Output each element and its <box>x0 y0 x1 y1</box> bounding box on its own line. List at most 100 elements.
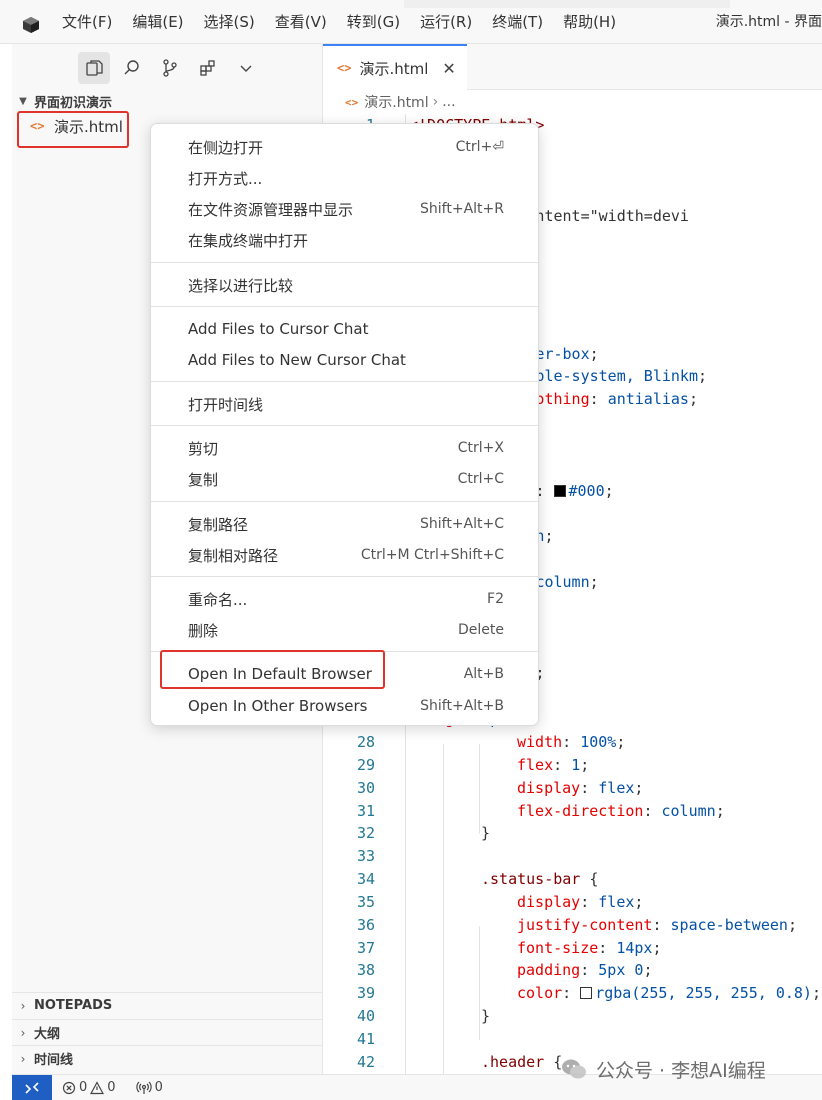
search-icon[interactable] <box>116 52 148 84</box>
code-text: flex-direction: column; <box>517 801 725 820</box>
menu-item-label: 选择以进行比较 <box>188 276 294 295</box>
section-outline[interactable]: › 大纲 <box>12 1019 323 1045</box>
menu-item-label: Add Files to New Cursor Chat <box>188 351 406 369</box>
section-notepads[interactable]: › NOTEPADS <box>12 992 323 1018</box>
menu-item-shortcut: Ctrl+M Ctrl+Shift+C <box>360 547 504 563</box>
menu-item-label: 重命名... <box>188 590 248 609</box>
menu-item-label: 复制相对路径 <box>188 546 279 565</box>
menu-copy-relative-path[interactable]: 复制相对路径 Ctrl+M Ctrl+Shift+C <box>151 540 540 570</box>
extensions-icon[interactable] <box>192 52 224 84</box>
menu-selection[interactable]: 选择(S) <box>194 0 265 44</box>
line-number: 31 <box>356 801 375 820</box>
html-file-icon: <> <box>337 61 352 75</box>
code-text: .status-bar { <box>481 870 599 889</box>
menu-open-timeline[interactable]: 打开时间线 <box>151 389 540 419</box>
section-timeline[interactable]: › 时间线 <box>12 1045 323 1071</box>
menu-item-shortcut: Ctrl+X <box>457 440 504 456</box>
tab-html-file[interactable]: <> 演示.html ✕ <box>323 44 467 90</box>
open-browser-highlight-box <box>160 650 385 689</box>
broadcast-icon <box>135 1081 152 1094</box>
code-text: justify-content: space-between; <box>517 915 797 934</box>
code-line: 34 .status-bar { <box>323 868 822 891</box>
menu-separator <box>151 262 540 263</box>
close-icon[interactable]: ✕ <box>442 59 455 78</box>
line-number: 32 <box>356 824 375 843</box>
menu-item-label: 在侧边打开 <box>188 138 264 157</box>
menu-separator <box>151 501 540 502</box>
menu-file[interactable]: 文件(F) <box>52 0 122 44</box>
menu-open-to-side[interactable]: 在侧边打开 Ctrl+⏎ <box>151 132 540 162</box>
chevron-right-icon: › <box>20 1025 26 1040</box>
menu-copy-path[interactable]: 复制路径 Shift+Alt+C <box>151 509 540 539</box>
menu-edit[interactable]: 编辑(E) <box>122 0 193 44</box>
menu-item-shortcut: Shift+Alt+B <box>420 698 504 714</box>
menu-open-in-other-browsers[interactable]: Open In Other Browsers Shift+Alt+B <box>151 691 540 721</box>
code-text: color: rgba(255, 255, 255, 0.8); <box>517 984 821 1003</box>
menu-rename[interactable]: 重命名... F2 <box>151 584 540 614</box>
menu-item-label: 复制路径 <box>188 515 249 534</box>
chevron-down-icon[interactable] <box>230 52 262 84</box>
menu-item-label: Open In Other Browsers <box>188 697 368 715</box>
menu-separator <box>151 306 540 307</box>
menu-item-shortcut: Ctrl+⏎ <box>455 139 504 155</box>
sidebar-toolbar <box>78 52 262 84</box>
menu-help[interactable]: 帮助(H) <box>553 0 626 44</box>
menu-item-shortcut: Shift+Alt+C <box>419 516 504 532</box>
menu-item-label: Add Files to Cursor Chat <box>188 320 369 338</box>
menu-cut[interactable]: 剪切 Ctrl+X <box>151 433 540 463</box>
wechat-icon <box>562 1059 586 1079</box>
code-text: display: flex; <box>517 778 644 797</box>
menu-item-shortcut: Shift+Alt+R <box>420 201 504 217</box>
tab-label: 演示.html <box>359 59 429 78</box>
code-line: 36 justify-content: space-between; <box>323 914 822 937</box>
code-text: display: flex; <box>517 892 644 911</box>
menu-item-shortcut: F2 <box>487 591 504 607</box>
menu-item-label: 在集成终端中打开 <box>188 231 309 250</box>
explorer-icon[interactable] <box>78 52 110 84</box>
source-control-icon[interactable] <box>154 52 186 84</box>
menu-select-for-compare[interactable]: 选择以进行比较 <box>151 270 540 300</box>
menu-open-in-terminal[interactable]: 在集成终端中打开 <box>151 225 540 255</box>
ports-count: 0 <box>154 1080 163 1095</box>
ports-status[interactable]: 0 <box>135 1080 163 1095</box>
breadcrumb-more[interactable]: ... <box>442 94 455 110</box>
menu-separator <box>151 425 540 426</box>
code-line: 37 font-size: 14px; <box>323 937 822 960</box>
code-line: 39 color: rgba(255, 255, 255, 0.8); <box>323 982 822 1005</box>
section-notepads-label: NOTEPADS <box>34 998 113 1013</box>
breadcrumb-file[interactable]: 演示.html <box>364 92 428 112</box>
code-line: 40} <box>323 1005 822 1028</box>
menu-add-to-cursor-chat[interactable]: Add Files to Cursor Chat <box>151 314 540 344</box>
menu-separator <box>151 381 540 382</box>
menu-run[interactable]: 运行(R) <box>410 0 482 44</box>
code-text: padding: 5px 0; <box>517 961 653 980</box>
menu-reveal-in-explorer[interactable]: 在文件资源管理器中显示 Shift+Alt+R <box>151 194 540 224</box>
line-number: 38 <box>356 961 375 980</box>
context-menu: 在侧边打开 Ctrl+⏎ 打开方式... 在文件资源管理器中显示 Shift+A… <box>150 123 540 726</box>
problems-status[interactable]: 0 0 <box>62 1080 116 1095</box>
window-title: 演示.html - 界面 <box>715 14 822 30</box>
color-swatch <box>553 484 566 497</box>
explorer-folder-header[interactable]: ▼ 界面初识演示 <box>12 90 323 112</box>
code-line: 28 width: 100%; <box>323 731 822 754</box>
chevron-right-icon: › <box>20 998 26 1013</box>
cursor-logo-icon <box>23 17 39 33</box>
code-text: flex: 1; <box>517 755 590 774</box>
code-line: 29 flex: 1; <box>323 754 822 777</box>
code-text: font-size: 14px; <box>517 938 662 957</box>
menu-delete[interactable]: 删除 Delete <box>151 615 540 645</box>
code-line: 33 <box>323 845 822 868</box>
menu-go[interactable]: 转到(G) <box>337 0 410 44</box>
remote-icon[interactable] <box>12 1074 52 1100</box>
line-number: 41 <box>356 1030 375 1048</box>
menu-add-to-new-cursor-chat[interactable]: Add Files to New Cursor Chat <box>151 345 540 375</box>
menu-item-shortcut: Alt+B <box>463 666 504 682</box>
menu-item-label: 删除 <box>188 621 219 640</box>
menu-view[interactable]: 查看(V) <box>265 0 337 44</box>
menu-open-with[interactable]: 打开方式... <box>151 163 540 193</box>
menu-terminal[interactable]: 终端(T) <box>482 0 553 44</box>
color-swatch <box>580 987 593 1000</box>
chevron-down-icon: ▼ <box>19 95 27 107</box>
menu-copy[interactable]: 复制 Ctrl+C <box>151 464 540 494</box>
line-number: 37 <box>356 938 375 957</box>
